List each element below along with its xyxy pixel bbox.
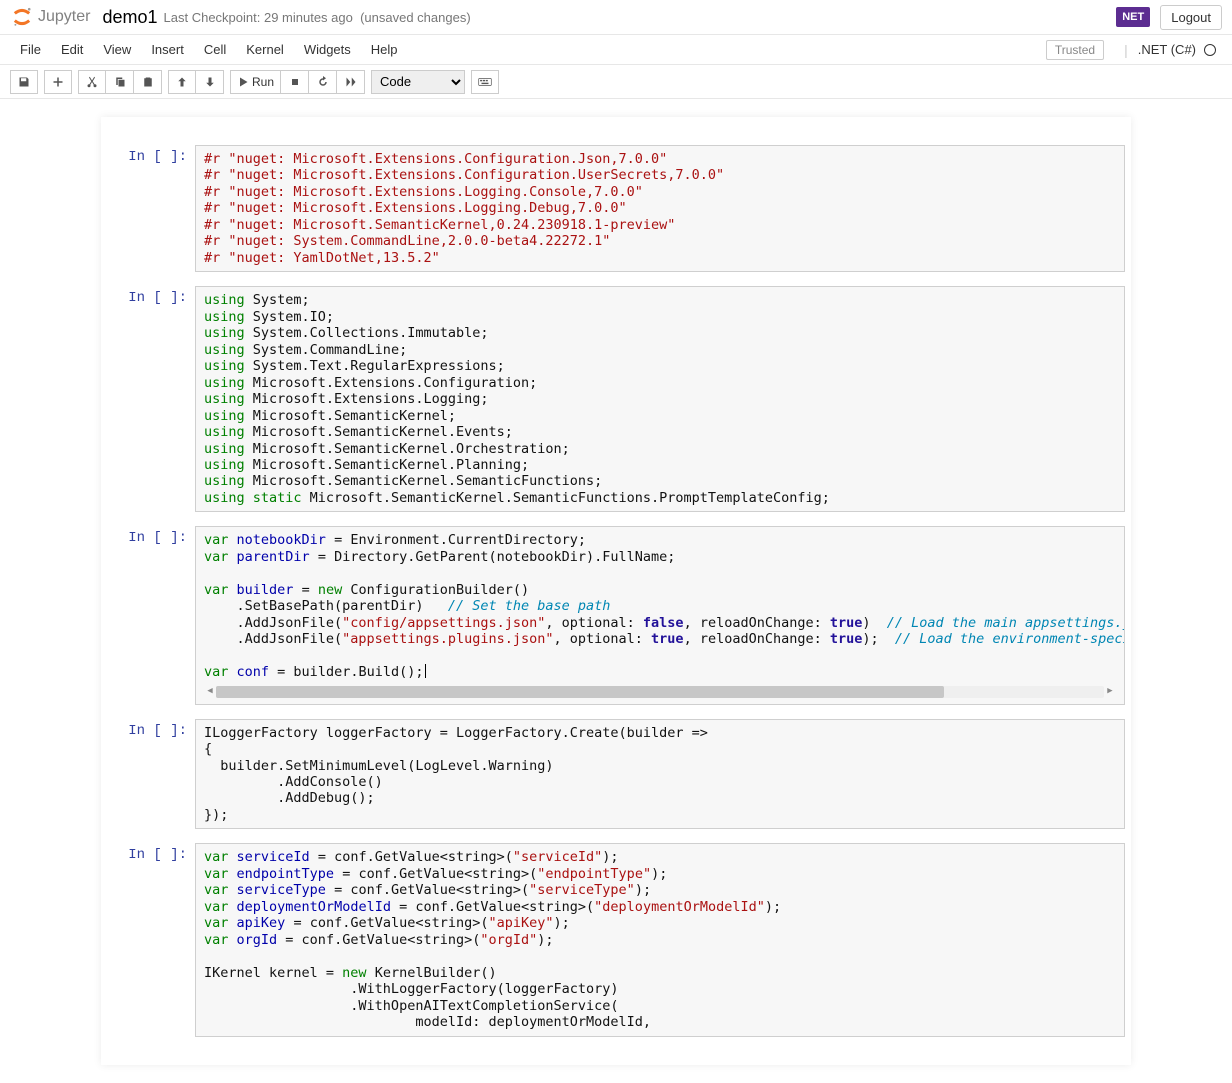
kernel-status-icon — [1204, 44, 1216, 56]
cell-type-select[interactable]: Code — [371, 70, 465, 94]
code-cell[interactable]: In [ ]: var notebookDir = Environment.Cu… — [107, 522, 1125, 708]
scroll-left-icon[interactable]: ◀ — [204, 686, 216, 697]
input-prompt: In [ ]: — [107, 843, 195, 1036]
code-cell[interactable]: In [ ]: var serviceId = conf.GetValue<st… — [107, 839, 1125, 1040]
code-input[interactable]: var serviceId = conf.GetValue<string>("s… — [195, 843, 1125, 1036]
code-input[interactable]: ILoggerFactory loggerFactory = LoggerFac… — [195, 719, 1125, 830]
insert-cell-button[interactable] — [44, 70, 72, 94]
move-down-button[interactable] — [196, 70, 224, 94]
interrupt-button[interactable] — [281, 70, 309, 94]
input-prompt: In [ ]: — [107, 286, 195, 512]
header-bar: Jupyter demo1 Last Checkpoint: 29 minute… — [0, 0, 1232, 35]
code-cell[interactable]: In [ ]: using System; using System.IO; u… — [107, 282, 1125, 516]
restart-button[interactable] — [309, 70, 337, 94]
notebook-name[interactable]: demo1 — [102, 7, 157, 28]
menu-insert[interactable]: Insert — [141, 38, 194, 61]
code-cell[interactable]: In [ ]: ILoggerFactory loggerFactory = L… — [107, 715, 1125, 834]
scrollbar-thumb[interactable] — [216, 686, 944, 698]
logout-button[interactable]: Logout — [1160, 5, 1222, 30]
menu-file[interactable]: File — [10, 38, 51, 61]
copy-button[interactable] — [106, 70, 134, 94]
command-palette-button[interactable] — [471, 70, 499, 94]
checkpoint-status: Last Checkpoint: 29 minutes ago (unsaved… — [164, 10, 471, 25]
kernel-name[interactable]: .NET (C#) — [1138, 42, 1196, 57]
cut-button[interactable] — [78, 70, 106, 94]
notebook-container: In [ ]: #r "nuget: Microsoft.Extensions.… — [101, 117, 1131, 1065]
run-button[interactable]: Run — [230, 70, 281, 94]
code-input[interactable]: using System; using System.IO; using Sys… — [195, 286, 1125, 512]
menubar: File Edit View Insert Cell Kernel Widget… — [0, 35, 1232, 65]
code-input[interactable]: #r "nuget: Microsoft.Extensions.Configur… — [195, 145, 1125, 272]
jupyter-logo[interactable]: Jupyter — [10, 5, 90, 29]
trusted-indicator[interactable]: Trusted — [1046, 40, 1104, 60]
scroll-right-icon[interactable]: ▶ — [1104, 686, 1116, 697]
menu-view[interactable]: View — [93, 38, 141, 61]
menu-edit[interactable]: Edit — [51, 38, 93, 61]
menu-help[interactable]: Help — [361, 38, 408, 61]
move-up-button[interactable] — [168, 70, 196, 94]
code-input[interactable]: var notebookDir = Environment.CurrentDir… — [195, 526, 1125, 704]
horizontal-scrollbar[interactable]: ◀▶ — [204, 685, 1116, 699]
save-button[interactable] — [10, 70, 38, 94]
input-prompt: In [ ]: — [107, 526, 195, 704]
paste-button[interactable] — [134, 70, 162, 94]
restart-run-all-button[interactable] — [337, 70, 365, 94]
toolbar: Run Code — [0, 65, 1232, 99]
jupyter-icon — [10, 5, 34, 29]
jupyter-wordmark: Jupyter — [38, 8, 90, 26]
code-cell[interactable]: In [ ]: #r "nuget: Microsoft.Extensions.… — [107, 141, 1125, 276]
text-cursor — [425, 664, 426, 678]
menu-widgets[interactable]: Widgets — [294, 38, 361, 61]
input-prompt: In [ ]: — [107, 145, 195, 272]
menu-kernel[interactable]: Kernel — [236, 38, 294, 61]
menu-cell[interactable]: Cell — [194, 38, 236, 61]
input-prompt: In [ ]: — [107, 719, 195, 830]
kernel-badge: NET — [1116, 7, 1150, 27]
